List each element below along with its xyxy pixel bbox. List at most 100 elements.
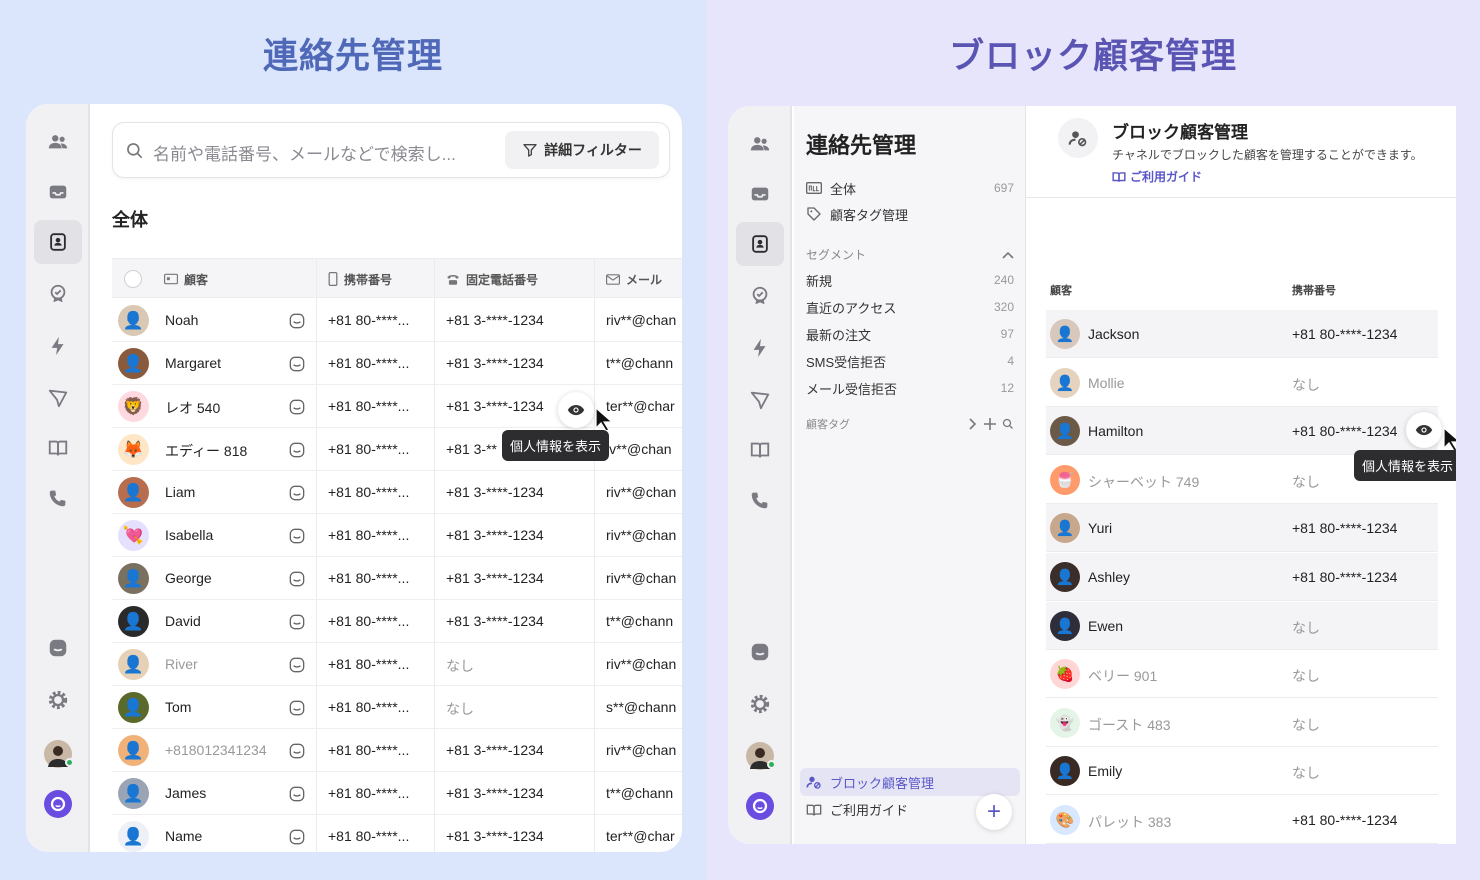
- table-row[interactable]: 👤 Emily なし: [1046, 747, 1438, 796]
- customer-name[interactable]: パレット 383: [1088, 812, 1171, 832]
- customer-name[interactable]: エディー 818: [165, 441, 247, 461]
- lightning-icon[interactable]: [736, 326, 784, 370]
- table-row[interactable]: 👤 River +81 80-****... なし riv**@chan: [112, 643, 682, 686]
- badge-check-icon[interactable]: [736, 274, 784, 318]
- table-row[interactable]: 👤 David +81 80-****... +81 3-****-1234 t**@c…: [112, 600, 682, 643]
- table-row[interactable]: 👤 Ewen なし: [1046, 601, 1438, 650]
- chat-icon[interactable]: [289, 657, 305, 673]
- chevron-right-icon[interactable]: [968, 418, 978, 430]
- table-row[interactable]: 👤 Liam +81 80-****... +81 3-****-1234 riv**@…: [112, 471, 682, 514]
- send-icon[interactable]: [34, 376, 82, 420]
- table-row[interactable]: 👤 Margaret +81 80-****... +81 3-****-1234 t*…: [112, 342, 682, 385]
- customer-name[interactable]: +818012341234: [165, 742, 267, 758]
- chevron-up-icon[interactable]: [1002, 251, 1014, 259]
- segment-item[interactable]: 直近のアクセス 320: [806, 295, 1014, 319]
- team-icon[interactable]: [736, 122, 784, 166]
- customer-name[interactable]: James: [165, 785, 206, 801]
- channel-logo-icon[interactable]: [746, 792, 774, 820]
- table-row[interactable]: 🎨 パレット 383 +81 80-****-1234: [1046, 796, 1438, 844]
- blocked-customers-item[interactable]: ブロック顧客管理: [800, 768, 1020, 796]
- segment-item[interactable]: メール受信拒否 12: [806, 376, 1014, 400]
- chat-bubble-icon[interactable]: [34, 626, 82, 670]
- customer-name[interactable]: Noah: [165, 312, 198, 328]
- filter-button[interactable]: 詳細フィルター: [505, 131, 659, 169]
- customer-name[interactable]: レオ 540: [165, 398, 220, 418]
- search-input[interactable]: 名前や電話番号、メールなどで検索し...: [153, 140, 456, 165]
- customer-name[interactable]: Margaret: [165, 355, 221, 371]
- phone-call-icon[interactable]: [34, 476, 82, 520]
- table-row[interactable]: 🍓 ベリー 901 なし: [1046, 650, 1438, 699]
- customer-name[interactable]: Mollie: [1088, 375, 1125, 391]
- reveal-info-eye-button[interactable]: [1406, 412, 1442, 448]
- subnav-item-all[interactable]: 全体 697: [806, 176, 1014, 200]
- segment-item[interactable]: SMS受信拒否 4: [806, 349, 1014, 373]
- send-icon[interactable]: [736, 378, 784, 422]
- customer-name[interactable]: George: [165, 570, 212, 586]
- table-row[interactable]: 👤 Name +81 80-****... +81 3-****-1234 ter**@…: [112, 815, 682, 852]
- segment-header[interactable]: セグメント: [806, 246, 1014, 263]
- col-customer[interactable]: 顧客: [1050, 282, 1072, 298]
- table-row[interactable]: 👤 George +81 80-****... +81 3-****-1234 riv*…: [112, 557, 682, 600]
- table-row[interactable]: 👤 Jackson +81 80-****-1234: [1046, 310, 1438, 358]
- customer-name[interactable]: Tom: [165, 699, 191, 715]
- plus-icon[interactable]: [984, 418, 996, 430]
- col-mobile[interactable]: 携帯番号: [1292, 282, 1336, 298]
- gear-icon[interactable]: [736, 682, 784, 726]
- chat-icon[interactable]: [289, 442, 305, 458]
- table-row[interactable]: 👤 Tom +81 80-****... なし s**@chann: [112, 686, 682, 729]
- customer-name[interactable]: シャーベット 749: [1088, 472, 1199, 492]
- customer-name[interactable]: Ewen: [1088, 618, 1123, 634]
- table-row[interactable]: 👤 Hamilton +81 80-****-1234: [1046, 407, 1438, 456]
- badge-check-icon[interactable]: [34, 272, 82, 316]
- customer-name[interactable]: Isabella: [165, 527, 213, 543]
- segment-item[interactable]: 新規 240: [806, 268, 1014, 292]
- book-icon[interactable]: [34, 426, 82, 470]
- reveal-info-eye-button[interactable]: [558, 392, 594, 428]
- chat-bubble-icon[interactable]: [736, 630, 784, 674]
- team-icon[interactable]: [34, 120, 82, 164]
- channel-logo-icon[interactable]: [44, 790, 72, 818]
- table-row[interactable]: 👤 Ashley +81 80-****-1234: [1046, 553, 1438, 601]
- book-icon[interactable]: [736, 428, 784, 472]
- contacts-icon[interactable]: [736, 222, 784, 266]
- chat-icon[interactable]: [289, 313, 305, 329]
- chat-icon[interactable]: [289, 700, 305, 716]
- table-row[interactable]: 👤 Noah +81 80-****... +81 3-****-1234 riv**@…: [112, 299, 682, 342]
- chat-icon[interactable]: [289, 829, 305, 845]
- gear-icon[interactable]: [34, 678, 82, 722]
- select-all-checkbox[interactable]: [124, 270, 142, 288]
- table-row[interactable]: 👤 James +81 80-****... +81 3-****-1234 t**@c…: [112, 772, 682, 815]
- customer-name[interactable]: Hamilton: [1088, 423, 1143, 439]
- col-customer[interactable]: 顧客: [164, 259, 208, 299]
- customer-name[interactable]: Ashley: [1088, 569, 1130, 585]
- contacts-icon[interactable]: [34, 220, 82, 264]
- customer-name[interactable]: Liam: [165, 484, 195, 500]
- customer-name[interactable]: ベリー 901: [1088, 666, 1157, 686]
- customer-name[interactable]: Jackson: [1088, 326, 1139, 342]
- add-button[interactable]: +: [976, 794, 1012, 830]
- table-row[interactable]: 👻 ゴースト 483 なし: [1046, 699, 1438, 747]
- guide-link[interactable]: ご利用ガイド: [1112, 168, 1202, 185]
- search-bar[interactable]: 名前や電話番号、メールなどで検索し... 詳細フィルター: [112, 122, 670, 178]
- chat-icon[interactable]: [289, 485, 305, 501]
- inbox-icon[interactable]: [34, 170, 82, 214]
- table-row[interactable]: 💘 Isabella +81 80-****... +81 3-****-1234 ri…: [112, 514, 682, 557]
- customer-name[interactable]: Name: [165, 828, 202, 844]
- chat-icon[interactable]: [289, 743, 305, 759]
- customer-name[interactable]: ゴースト 483: [1088, 715, 1171, 735]
- inbox-icon[interactable]: [736, 172, 784, 216]
- chat-icon[interactable]: [289, 399, 305, 415]
- chat-icon[interactable]: [289, 528, 305, 544]
- table-row[interactable]: 👤 Mollie なし: [1046, 359, 1438, 407]
- col-email[interactable]: メール: [606, 259, 662, 299]
- segment-item[interactable]: 最新の注文 97: [806, 322, 1014, 346]
- chat-icon[interactable]: [289, 571, 305, 587]
- lightning-icon[interactable]: [34, 324, 82, 368]
- chat-icon[interactable]: [289, 786, 305, 802]
- table-row[interactable]: 👤 +818012341234 +81 80-****... +81 3-****-1…: [112, 729, 682, 772]
- col-landline[interactable]: 固定電話番号: [446, 259, 538, 299]
- chat-icon[interactable]: [289, 614, 305, 630]
- col-mobile[interactable]: 携帯番号: [328, 259, 392, 299]
- phone-call-icon[interactable]: [736, 478, 784, 522]
- guide-item[interactable]: ご利用ガイド: [806, 800, 908, 819]
